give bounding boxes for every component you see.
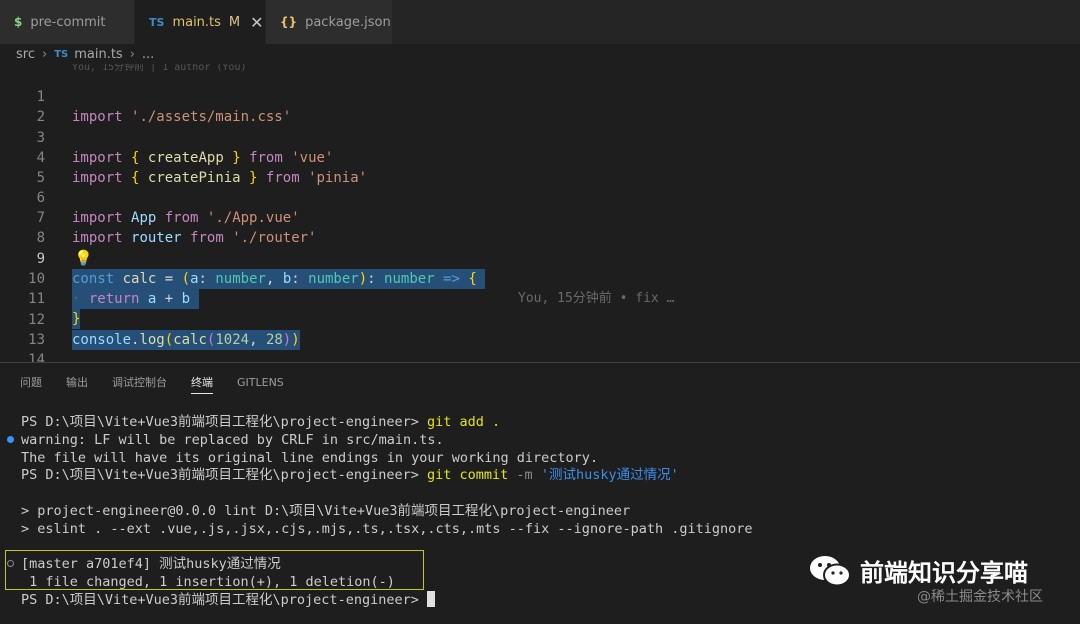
code-line: 12 console.log(calc(1024, 28)): [0, 290, 1080, 350]
typescript-file-icon: TS: [54, 48, 69, 60]
breadcrumb: src › TS main.ts › ...: [0, 44, 1080, 64]
terminal-line: PS D:\项目\Vite+Vue3前端项目工程化\project-engine…: [21, 414, 501, 430]
code-line: 7 import router from './router': [0, 188, 1080, 246]
code-line: 10 · return a + b: [0, 249, 1080, 309]
code-line: 4 import { createPinia } from 'pinia': [0, 128, 1080, 186]
close-icon[interactable]: ✕: [250, 13, 263, 32]
tab-package-json[interactable]: {} package.json: [266, 0, 393, 44]
command-decoration-icon[interactable]: [7, 436, 14, 443]
watermark: 前端知识分享喵: [808, 553, 1028, 588]
watermark-subtitle: @稀土掘金技术社区: [917, 589, 1043, 605]
code-line: 15: [0, 351, 1080, 362]
tab-problems[interactable]: 问题: [20, 373, 42, 393]
terminal-line: > project-engineer@0.0.0 lint D:\项目\Vite…: [21, 503, 631, 519]
terminal-line: PS D:\项目\Vite+Vue3前端项目工程化\project-engine…: [21, 591, 435, 609]
tab-pre-commit[interactable]: $ pre-commit: [0, 0, 135, 44]
wechat-icon: [810, 555, 851, 586]
code-line: 1 import './assets/main.css': [0, 67, 1080, 125]
editor-tab-bar: $ pre-commit TS main.ts M ✕ {} package.j…: [0, 0, 1080, 44]
terminal-line: The file will have its original line end…: [21, 450, 599, 466]
code-line: 13: [0, 310, 1080, 348]
tab-label: pre-commit: [30, 14, 106, 30]
terminal-line: > eslint . --ext .vue,.js,.jsx,.cjs,.mjs…: [21, 521, 753, 537]
breadcrumb-more[interactable]: ...: [142, 47, 154, 62]
code-line: 2: [0, 87, 1080, 125]
code-line: 8 💡: [0, 208, 1080, 267]
code-line: 11 }: [0, 269, 1080, 329]
terminal-line: warning: LF will be replaced by CRLF in …: [21, 432, 444, 448]
modified-indicator: M: [228, 14, 241, 30]
typescript-file-icon: TS: [149, 15, 165, 29]
code-line: 5: [0, 148, 1080, 186]
code-line: 9 const calc = (a: number, b: number): n…: [0, 229, 1080, 306]
chevron-right-icon: ›: [41, 46, 48, 62]
panel-tabs: 问题 输出 调试控制台 终端 GITLENS: [20, 373, 308, 394]
terminal-cursor: [426, 591, 435, 607]
watermark-title: 前端知识分享喵: [860, 559, 1028, 587]
terminal-line: 1 file changed, 1 insertion(+), 1 deleti…: [21, 574, 395, 590]
shell-file-icon: $: [14, 15, 23, 29]
tab-terminal[interactable]: 终端: [191, 373, 213, 394]
tab-label: main.ts: [172, 14, 221, 30]
code-line: 3 import { createApp } from 'vue': [0, 108, 1080, 166]
code-editor[interactable]: You, 15分钟前 | 1 author (You) 1 import './…: [0, 64, 1080, 362]
breadcrumb-file[interactable]: main.ts: [74, 47, 122, 62]
chevron-right-icon: ›: [129, 46, 135, 62]
breadcrumb-folder[interactable]: src: [16, 47, 35, 62]
tab-output[interactable]: 输出: [66, 373, 88, 393]
tab-label: package.json: [305, 14, 391, 30]
code-line: 14 const app = createApp(App): [0, 330, 1080, 362]
tab-main-ts[interactable]: TS main.ts M ✕: [135, 0, 266, 44]
tab-debug-console[interactable]: 调试控制台: [112, 373, 167, 393]
command-decoration-icon[interactable]: [7, 560, 14, 567]
code-line: 6 import App from './App.vue': [0, 168, 1080, 226]
tab-gitlens[interactable]: GITLENS: [237, 373, 284, 393]
json-file-icon: {}: [280, 15, 298, 29]
terminal-line: [master a701ef4] 测试husky通过情况: [21, 556, 281, 572]
terminal-line: PS D:\项目\Vite+Vue3前端项目工程化\project-engine…: [21, 467, 679, 483]
